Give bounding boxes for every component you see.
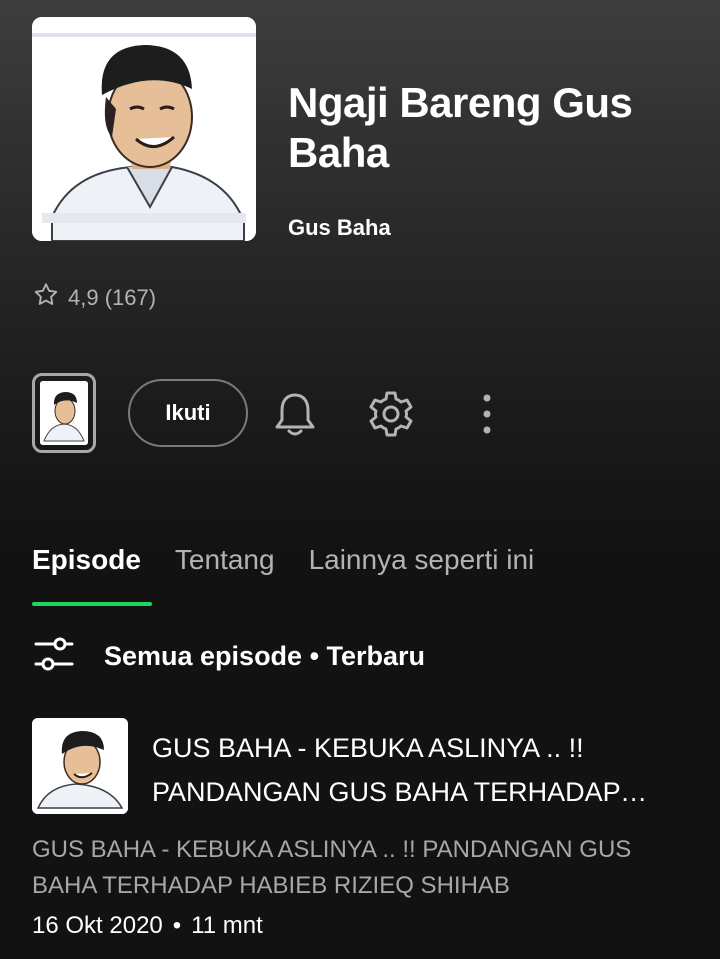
star-icon: [32, 281, 60, 315]
meta-separator: •: [172, 912, 182, 939]
follow-button[interactable]: Ikuti: [128, 379, 248, 447]
episode-duration: 11 mnt: [191, 912, 263, 939]
podcast-thumbnail-button[interactable]: [32, 373, 96, 453]
tab-episode[interactable]: Episode: [32, 540, 141, 580]
portrait-illustration: [32, 17, 256, 241]
filter-label: Semua episode • Terbaru: [104, 640, 426, 671]
rating[interactable]: 4,9 (167): [32, 283, 156, 313]
portrait-thumbnail: [32, 718, 128, 814]
tab-bar: Episode Tentang Lainnya seperti ini: [32, 540, 534, 580]
gear-icon[interactable]: [366, 389, 416, 439]
rating-text: 4,9 (167): [68, 285, 157, 310]
active-tab-indicator: [32, 602, 152, 606]
tab-lainnya[interactable]: Lainnya seperti ini: [309, 540, 535, 580]
podcast-title: Ngaji Bareng Gus Baha: [288, 79, 633, 176]
episode-filter[interactable]: Semua episode • Terbaru: [32, 635, 425, 677]
podcast-cover-art: [32, 17, 256, 241]
episode-title[interactable]: GUS BAHA - KEBUKA ASLINYA .. !! PANDANGA…: [152, 726, 697, 814]
episode-description: GUS BAHA - KEBUKA ASLINYA .. !! PANDANGA…: [32, 836, 632, 899]
sliders-icon: [32, 634, 76, 679]
episode-meta: 16 Okt 2020 • 11 mnt: [32, 912, 263, 940]
more-vertical-icon[interactable]: [462, 389, 512, 439]
tab-tentang[interactable]: Tentang: [175, 540, 275, 580]
portrait-thumbnail: [40, 381, 88, 445]
bell-icon[interactable]: [270, 389, 320, 439]
episode-date: 16 Okt 2020: [32, 912, 163, 939]
episode-thumbnail[interactable]: [32, 718, 128, 814]
podcast-author[interactable]: Gus Baha: [288, 215, 391, 241]
